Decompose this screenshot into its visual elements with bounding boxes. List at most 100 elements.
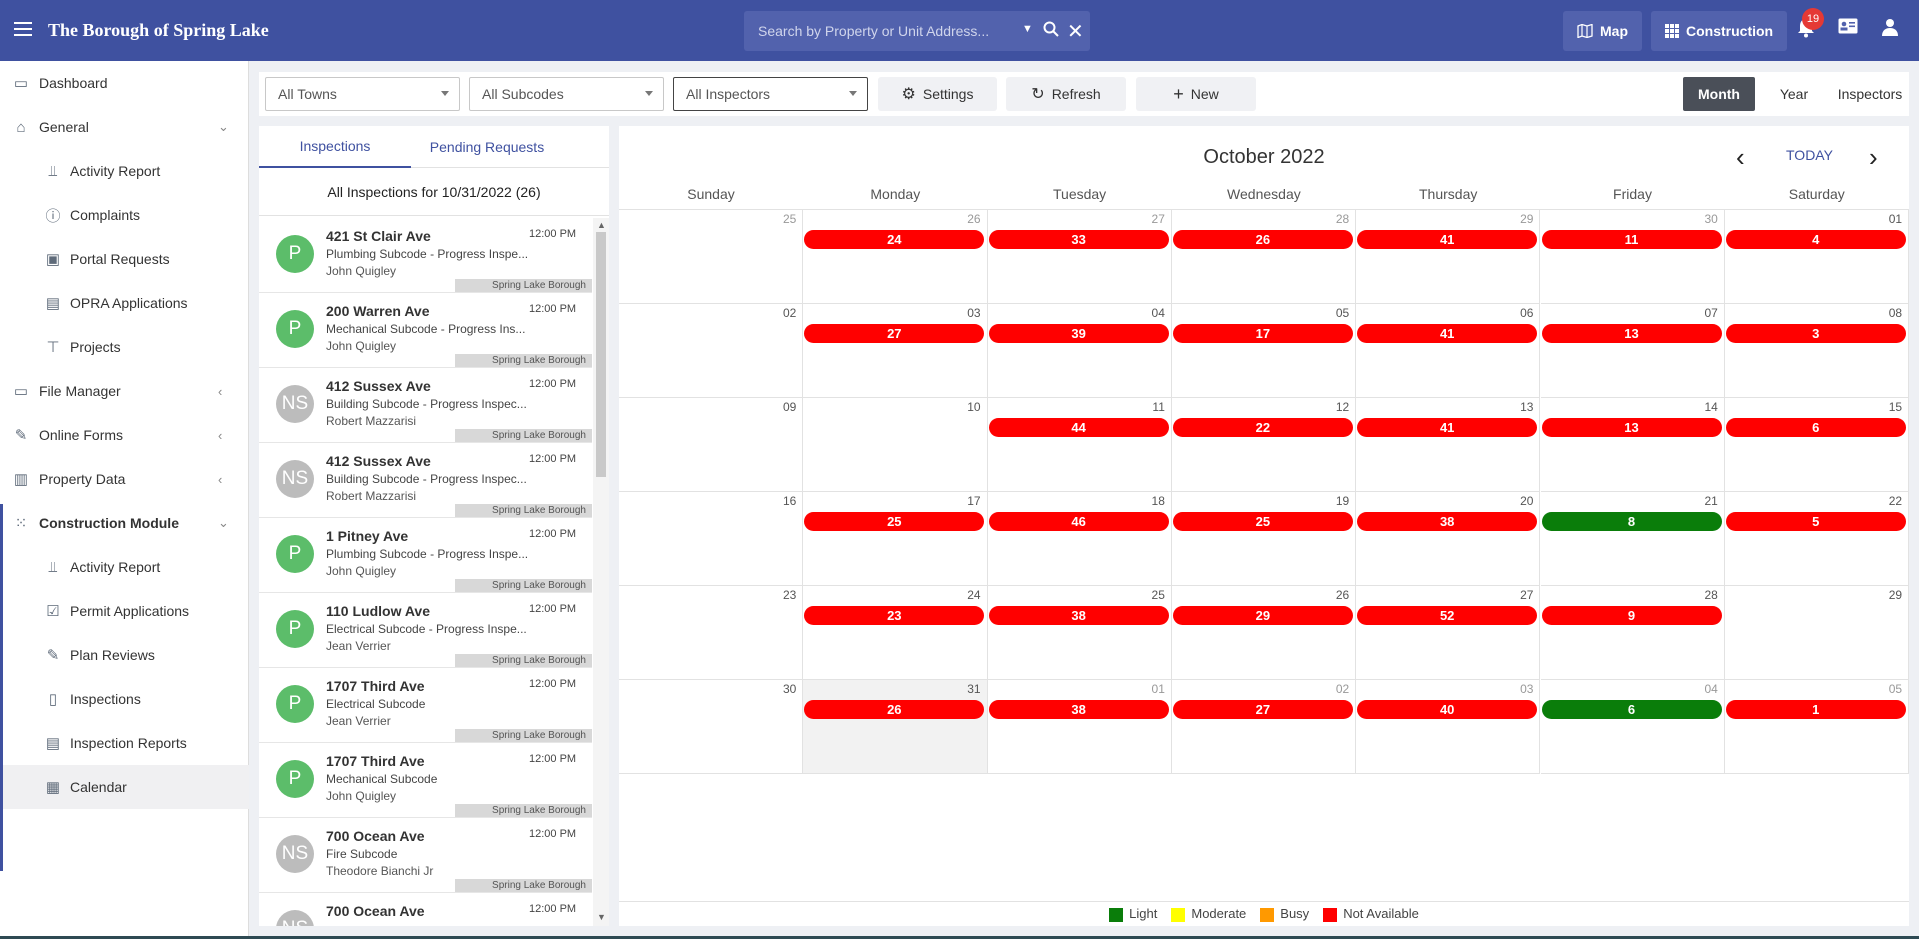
calendar-day-cell[interactable]: 31 26 xyxy=(803,680,988,774)
sidebar-item-online-forms[interactable]: ✎ Online Forms ‹ xyxy=(0,413,249,457)
inspection-list-item[interactable]: P 1 Pitney Ave 12:00 PM Plumbing Subcode - … xyxy=(259,518,592,593)
inspection-count-pill[interactable]: 41 xyxy=(1357,230,1538,249)
inspection-count-pill[interactable]: 23 xyxy=(804,606,985,625)
month-view-button[interactable]: Month xyxy=(1683,77,1755,111)
new-button[interactable]: + New xyxy=(1136,77,1256,111)
inspection-count-pill[interactable]: 8 xyxy=(1541,512,1722,531)
chevron-down-icon[interactable]: ▼ xyxy=(1022,23,1033,35)
inspection-count-pill[interactable]: 4 xyxy=(1725,230,1906,249)
calendar-day-cell[interactable]: 08 3 xyxy=(1724,304,1910,398)
inspection-count-pill[interactable]: 39 xyxy=(988,324,1169,343)
calendar-day-cell[interactable]: 04 6 xyxy=(1540,680,1725,774)
inspection-count-pill[interactable]: 11 xyxy=(1541,230,1722,249)
calendar-day-cell[interactable]: 28 9 xyxy=(1540,586,1725,680)
sidebar-item-permit-applications[interactable]: ☑ Permit Applications xyxy=(0,589,249,633)
calendar-day-cell[interactable]: 02 27 xyxy=(1171,680,1357,774)
tab-pending-requests[interactable]: Pending Requests xyxy=(411,126,563,168)
next-month-button[interactable]: › xyxy=(1869,142,1878,173)
inspection-list-item[interactable]: NS 412 Sussex Ave 12:00 PM Building Subcode… xyxy=(259,443,592,518)
sidebar-item-general[interactable]: ⌂ General ⌄ xyxy=(0,105,249,149)
calendar-day-cell[interactable]: 24 23 xyxy=(803,586,988,680)
calendar-day-cell[interactable]: 30 xyxy=(619,680,804,774)
calendar-day-cell[interactable]: 27 33 xyxy=(987,210,1172,304)
sidebar-item-dashboard[interactable]: ▭ Dashboard xyxy=(0,61,249,105)
inspection-count-pill[interactable]: 33 xyxy=(988,230,1169,249)
inspection-list-item[interactable]: P 1707 Third Ave 12:00 PM Electrical Subcod… xyxy=(259,668,592,743)
inspection-count-pill[interactable]: 52 xyxy=(1357,606,1538,625)
scroll-up-icon[interactable]: ▲ xyxy=(597,220,606,230)
calendar-day-cell[interactable]: 04 39 xyxy=(987,304,1172,398)
inspection-count-pill[interactable]: 17 xyxy=(1172,324,1353,343)
sidebar-item-construction-module[interactable]: ⁙ Construction Module ⌄ xyxy=(0,501,249,545)
tab-inspections[interactable]: Inspections xyxy=(259,126,411,168)
inspection-count-pill[interactable]: 3 xyxy=(1725,324,1906,343)
calendar-day-cell[interactable]: 09 xyxy=(619,398,804,492)
sidebar-item-inspections[interactable]: ▯ Inspections xyxy=(0,677,249,721)
inspection-count-pill[interactable]: 1 xyxy=(1725,700,1906,719)
calendar-day-cell[interactable]: 16 xyxy=(619,492,804,586)
calendar-day-cell[interactable]: 22 5 xyxy=(1724,492,1910,586)
inspection-count-pill[interactable]: 6 xyxy=(1541,700,1722,719)
inspection-count-pill[interactable]: 27 xyxy=(1172,700,1353,719)
inspection-count-pill[interactable]: 24 xyxy=(804,230,985,249)
inspection-list-item[interactable]: NS 700 Ocean Ave 12:00 PM xyxy=(259,893,592,926)
previous-month-button[interactable]: ‹ xyxy=(1736,142,1745,173)
scroll-down-icon[interactable]: ▼ xyxy=(597,912,606,922)
sidebar-item-general-activity-report[interactable]: ⫫ Activity Report xyxy=(0,149,249,193)
inspectors-select[interactable]: All Inspectors xyxy=(673,77,868,111)
inspection-list-item[interactable]: P 110 Ludlow Ave 12:00 PM Electrical Subcod… xyxy=(259,593,592,668)
id-card-icon[interactable] xyxy=(1838,18,1858,39)
inspection-count-pill[interactable]: 27 xyxy=(804,324,985,343)
sidebar-item-plan-reviews[interactable]: ✎ Plan Reviews xyxy=(0,633,249,677)
calendar-day-cell[interactable]: 14 13 xyxy=(1540,398,1725,492)
list-scrollbar[interactable]: ▲ ▼ xyxy=(593,218,609,926)
search-input[interactable] xyxy=(756,19,1006,43)
calendar-day-cell[interactable]: 01 4 xyxy=(1724,210,1910,304)
calendar-day-cell[interactable]: 26 29 xyxy=(1171,586,1357,680)
inspection-count-pill[interactable]: 40 xyxy=(1357,700,1538,719)
calendar-day-cell[interactable]: 25 38 xyxy=(987,586,1172,680)
calendar-day-cell[interactable]: 13 41 xyxy=(1356,398,1541,492)
sidebar-item-calendar[interactable]: ▦ Calendar xyxy=(0,765,249,809)
inspection-count-pill[interactable]: 9 xyxy=(1541,606,1722,625)
search-icon[interactable] xyxy=(1043,21,1059,42)
sidebar-item-file-manager[interactable]: ▭ File Manager ‹ xyxy=(0,369,249,413)
calendar-day-cell[interactable]: 28 26 xyxy=(1171,210,1357,304)
calendar-day-cell[interactable]: 07 13 xyxy=(1540,304,1725,398)
calendar-day-cell[interactable]: 10 xyxy=(803,398,988,492)
inspection-count-pill[interactable]: 13 xyxy=(1541,324,1722,343)
inspection-count-pill[interactable]: 13 xyxy=(1541,418,1722,437)
sidebar-item-complaints[interactable]: ⓘ Complaints xyxy=(0,193,249,237)
inspection-count-pill[interactable]: 38 xyxy=(988,606,1169,625)
inspection-count-pill[interactable]: 41 xyxy=(1357,324,1538,343)
sidebar-item-property-data[interactable]: ▥ Property Data ‹ xyxy=(0,457,249,501)
year-view-button[interactable]: Year xyxy=(1761,77,1827,111)
calendar-day-cell[interactable]: 01 38 xyxy=(987,680,1172,774)
sidebar-item-construction-activity-report[interactable]: ⫫ Activity Report xyxy=(0,545,249,589)
calendar-day-cell[interactable]: 06 41 xyxy=(1356,304,1541,398)
subcodes-select[interactable]: All Subcodes xyxy=(469,77,664,111)
inspection-list-item[interactable]: P 1707 Third Ave 12:00 PM Mechanical Subcod… xyxy=(259,743,592,818)
calendar-day-cell[interactable]: 17 25 xyxy=(803,492,988,586)
close-icon[interactable]: ✕ xyxy=(1067,19,1084,44)
calendar-day-cell[interactable]: 19 25 xyxy=(1171,492,1357,586)
calendar-day-cell[interactable]: 30 11 xyxy=(1540,210,1725,304)
inspection-count-pill[interactable]: 25 xyxy=(1172,512,1353,531)
inspection-count-pill[interactable]: 22 xyxy=(1172,418,1353,437)
calendar-day-cell[interactable]: 12 22 xyxy=(1171,398,1357,492)
calendar-day-cell[interactable]: 03 40 xyxy=(1356,680,1541,774)
construction-button[interactable]: Construction xyxy=(1651,11,1788,51)
calendar-day-cell[interactable]: 18 46 xyxy=(987,492,1172,586)
map-button[interactable]: Map xyxy=(1563,11,1642,51)
settings-button[interactable]: ⚙ Settings xyxy=(878,77,997,111)
calendar-day-cell[interactable]: 15 6 xyxy=(1724,398,1910,492)
inspection-count-pill[interactable]: 26 xyxy=(1172,230,1353,249)
inspection-count-pill[interactable]: 38 xyxy=(988,700,1169,719)
inspection-count-pill[interactable]: 25 xyxy=(804,512,985,531)
sidebar-item-projects[interactable]: ⊤ Projects xyxy=(0,325,249,369)
calendar-day-cell[interactable]: 05 17 xyxy=(1171,304,1357,398)
sidebar-item-portal-requests[interactable]: ▣ Portal Requests xyxy=(0,237,249,281)
inspection-list-item[interactable]: NS 412 Sussex Ave 12:00 PM Building Subcode… xyxy=(259,368,592,443)
refresh-button[interactable]: ↻ Refresh xyxy=(1006,77,1126,111)
calendar-day-cell[interactable]: 20 38 xyxy=(1356,492,1541,586)
